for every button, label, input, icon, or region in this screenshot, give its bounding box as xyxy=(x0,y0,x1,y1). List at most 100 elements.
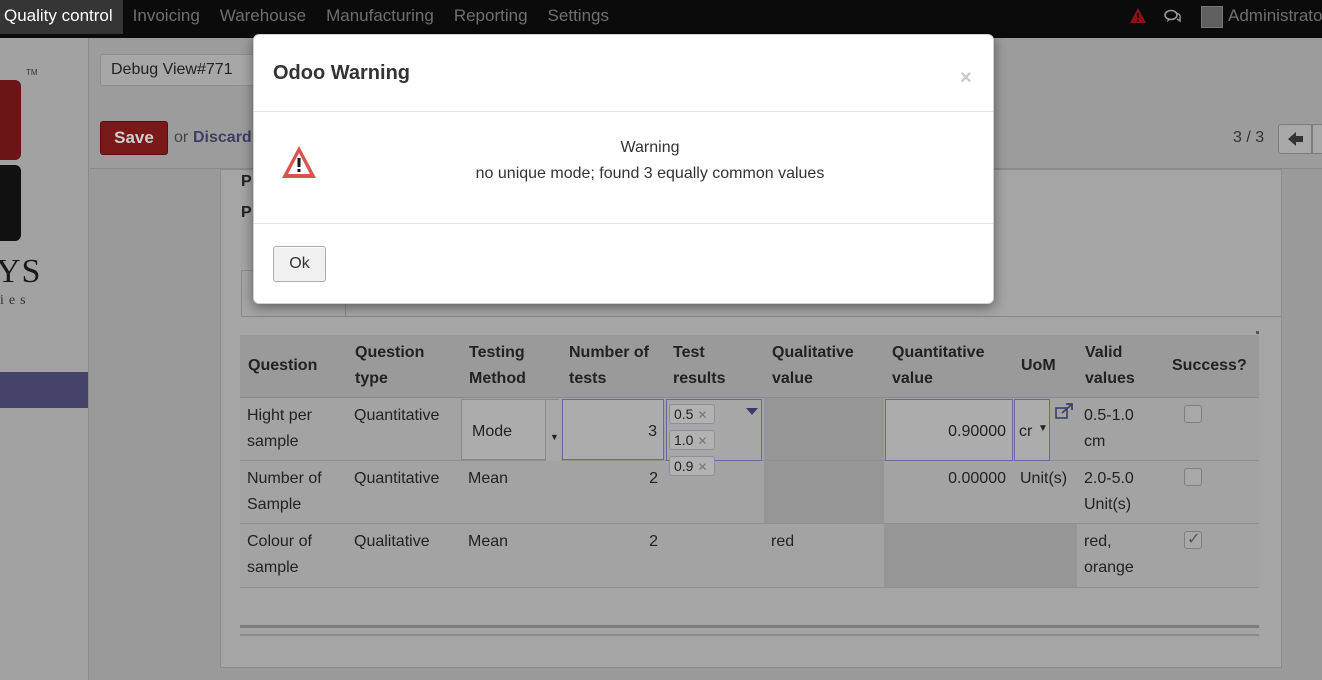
tag-label: 1.0 xyxy=(674,431,694,448)
notebook-divider xyxy=(241,316,1281,317)
checkmark-icon: ✓ xyxy=(1187,530,1201,548)
top-menu: Quality control Invoicing Warehouse Manu… xyxy=(0,0,619,34)
success-cell[interactable]: ✓ xyxy=(1164,523,1259,588)
logo-trademark: TM xyxy=(26,68,38,77)
test-result-tag[interactable]: 0.9 ✕ xyxy=(669,455,715,476)
column-header[interactable]: Question xyxy=(240,335,347,398)
column-header[interactable]: Success? xyxy=(1164,335,1259,398)
external-link-icon[interactable] xyxy=(1054,402,1074,420)
company-logo-text: YS xyxy=(0,253,42,290)
menu-manufacturing[interactable]: Manufacturing xyxy=(316,0,444,34)
menu-warehouse[interactable]: Warehouse xyxy=(210,0,316,34)
question-cell[interactable]: Number of Sample xyxy=(240,460,347,524)
table-row[interactable]: Number of Sample Quantitative Mean 2 0.0… xyxy=(240,460,1259,524)
number-of-tests-cell[interactable]: 2 xyxy=(561,460,665,524)
warning-triangle-icon[interactable] xyxy=(1129,7,1147,24)
dialog-body: Warning no unique mode; found 3 equally … xyxy=(254,113,993,224)
column-header[interactable]: Number of tests xyxy=(561,335,665,398)
qualitative-value-cell[interactable]: red xyxy=(764,523,884,588)
tag-label: 0.5 xyxy=(674,405,694,422)
testing-method-value: Mode xyxy=(472,422,513,440)
uom-value: cr xyxy=(1019,422,1033,440)
quantitative-value-cell[interactable]: 0.00000 xyxy=(884,460,1013,524)
column-header[interactable]: Testing Method xyxy=(461,335,561,398)
success-checkbox[interactable]: ✓ xyxy=(1184,530,1202,549)
or-text: or xyxy=(174,129,189,146)
table-row[interactable]: Hight per sample Quantitative Mode ▼ 3 0… xyxy=(240,397,1259,476)
testing-method-cell[interactable]: Mean xyxy=(461,523,561,588)
question-type-cell[interactable]: Qualitative xyxy=(347,523,461,588)
column-header[interactable]: Qualitative value xyxy=(764,335,884,398)
sidebar-selected-item[interactable] xyxy=(0,372,88,408)
company-logo-subtext: ies xyxy=(0,293,31,308)
column-header[interactable]: Test results xyxy=(665,335,764,398)
avatar[interactable] xyxy=(1201,6,1223,28)
qualitative-value-cell[interactable] xyxy=(764,397,884,461)
caret-down-icon[interactable]: ▼ xyxy=(1038,416,1048,442)
ok-button[interactable]: Ok xyxy=(273,246,326,282)
remove-tag-icon[interactable]: ✕ xyxy=(697,434,707,448)
warning-dialog: Odoo Warning × Warning no unique mode; f… xyxy=(253,34,994,304)
horizontal-scrollbar[interactable] xyxy=(240,625,1259,628)
success-cell[interactable] xyxy=(1164,397,1259,461)
question-type-cell[interactable]: Quantitative xyxy=(347,460,461,524)
left-sidebar: TM YS ies xyxy=(0,38,89,680)
breadcrumb[interactable]: Debug View#771 xyxy=(100,54,270,86)
test-results-cell[interactable]: 0.5 ✕ 1.0 ✕ 0.9 ✕ xyxy=(665,397,764,476)
success-checkbox[interactable] xyxy=(1184,467,1202,486)
tag-label: 0.9 xyxy=(674,457,694,474)
quantitative-value-cell[interactable] xyxy=(884,523,1013,588)
table-row[interactable]: Colour of sample Qualitative Mean 2 red … xyxy=(240,523,1259,588)
test-result-tag[interactable]: 0.5 ✕ xyxy=(669,403,715,424)
field-label: P xyxy=(241,204,252,221)
close-icon[interactable]: × xyxy=(960,67,972,90)
valid-values-cell[interactable]: red, orange xyxy=(1077,523,1164,588)
success-cell[interactable] xyxy=(1164,460,1259,524)
uom-select[interactable]: cr ▼ xyxy=(1014,398,1050,461)
column-header[interactable]: UoM xyxy=(1013,335,1077,398)
chat-bubbles-icon[interactable] xyxy=(1164,8,1182,25)
select-caret[interactable]: ▼ xyxy=(545,399,561,461)
user-menu[interactable]: Administrator xyxy=(1228,6,1322,26)
column-header[interactable]: Question type xyxy=(347,335,461,398)
quantitative-value-input[interactable]: 0.90000 xyxy=(885,398,1013,461)
dialog-header: Odoo Warning × xyxy=(254,35,993,112)
remove-tag-icon[interactable]: ✕ xyxy=(697,460,707,474)
valid-values-cell[interactable]: 0.5-1.0 cm xyxy=(1077,397,1164,461)
pager-next-button[interactable] xyxy=(1312,124,1322,154)
valid-values-cell[interactable]: 2.0-5.0 Unit(s) xyxy=(1077,460,1164,524)
discard-link[interactable]: Discard xyxy=(193,129,252,147)
test-results-tags-input[interactable]: 0.5 ✕ 1.0 ✕ 0.9 ✕ xyxy=(666,398,762,476)
number-of-tests-cell[interactable]: 3 xyxy=(561,397,665,461)
testing-method-cell[interactable]: Mean xyxy=(461,460,561,524)
column-header[interactable]: Valid values xyxy=(1077,335,1164,398)
quality-lines-table: Question Question type Testing Method Nu… xyxy=(240,335,1259,588)
arrow-left-icon xyxy=(1288,132,1303,146)
remove-tag-icon[interactable]: ✕ xyxy=(697,408,707,422)
dialog-title: Odoo Warning xyxy=(273,62,411,84)
question-cell[interactable]: Colour of sample xyxy=(240,523,347,588)
menu-quality-control[interactable]: Quality control xyxy=(0,0,123,34)
qualitative-value-cell[interactable] xyxy=(764,460,884,524)
menu-invoicing[interactable]: Invoicing xyxy=(123,0,210,34)
save-button[interactable]: Save xyxy=(100,121,168,155)
column-header[interactable]: Quantitative value xyxy=(884,335,1013,398)
uom-cell[interactable]: cr ▼ xyxy=(1013,397,1077,461)
testing-method-cell[interactable]: Mode ▼ xyxy=(461,397,561,461)
testing-method-select[interactable]: Mode ▼ xyxy=(461,398,561,461)
pager-previous-button[interactable] xyxy=(1278,124,1312,154)
question-cell[interactable]: Hight per sample xyxy=(240,397,347,461)
menu-settings[interactable]: Settings xyxy=(538,0,619,34)
number-of-tests-input[interactable]: 3 xyxy=(562,398,664,460)
uom-cell[interactable] xyxy=(1013,523,1077,588)
test-results-cell[interactable] xyxy=(665,523,764,588)
menu-reporting[interactable]: Reporting xyxy=(444,0,538,34)
number-of-tests-cell[interactable]: 2 xyxy=(561,523,665,588)
success-checkbox[interactable] xyxy=(1184,404,1202,423)
question-type-cell[interactable]: Quantitative xyxy=(347,397,461,461)
uom-cell[interactable]: Unit(s) xyxy=(1013,460,1077,524)
dropdown-caret-icon[interactable] xyxy=(746,407,758,415)
test-result-tag[interactable]: 1.0 ✕ xyxy=(669,429,715,450)
warning-message: no unique mode; found 3 equally common v… xyxy=(475,165,825,182)
quantitative-value-cell[interactable]: 0.90000 xyxy=(884,397,1013,461)
